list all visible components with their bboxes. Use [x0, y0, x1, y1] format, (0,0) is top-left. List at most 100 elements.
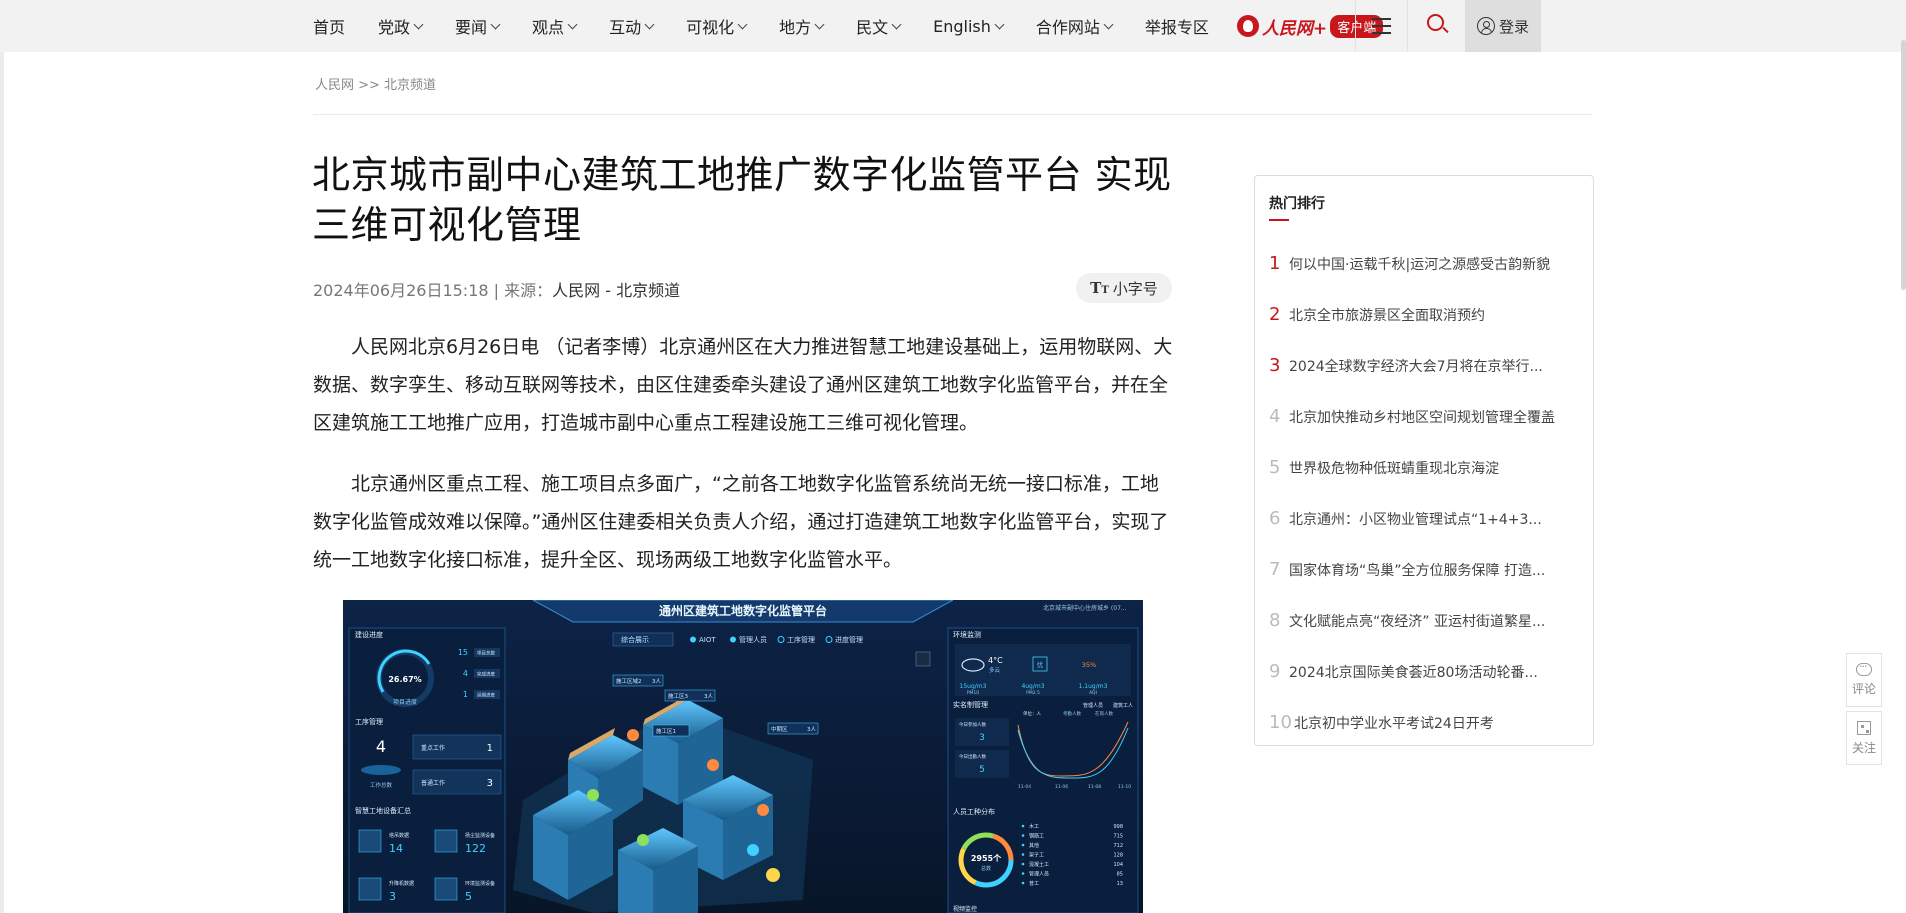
hot-ranking-link: 北京全市旅游景区全面取消预约: [1289, 307, 1485, 324]
attendance-unit: 单位：人: [1023, 710, 1041, 717]
hot-ranking-item[interactable]: 7 国家体育场“鸟巢”全方位服务保障 打造...: [1269, 544, 1589, 595]
chevron-down-icon: [737, 19, 748, 29]
process-row-value: 3: [487, 778, 493, 789]
comment-button[interactable]: 评论: [1846, 653, 1882, 707]
rank-number: 3: [1269, 355, 1281, 376]
search-button[interactable]: [1407, 0, 1465, 52]
nav-item-4[interactable]: 互动: [609, 14, 655, 38]
hot-ranking-link: 文化赋能点亮“夜经济” 亚运村街道繁星...: [1289, 613, 1546, 630]
env-pm10-label: PM10: [967, 690, 979, 696]
hot-ranking-link: 2024北京国际美食荟近80场活动轮番...: [1289, 664, 1538, 681]
area-tag-label: 施工区1: [656, 727, 676, 735]
hot-ranking-item[interactable]: 3 2024全球数字经济大会7月将在京举行...: [1269, 340, 1589, 391]
nav-item-label: 要闻: [455, 18, 488, 37]
device-value: 3: [389, 890, 396, 903]
nav-item-8[interactable]: English: [933, 16, 1005, 36]
worker-value: 13: [1117, 881, 1123, 887]
nav-item-7[interactable]: 民文: [856, 14, 902, 38]
breadcrumb[interactable]: 人民网 >> 北京频道: [315, 74, 436, 93]
comment-label: 评论: [1851, 682, 1876, 696]
map-marker-icon: [766, 868, 780, 882]
search-icon-handle: [1442, 26, 1449, 34]
hot-ranking-item[interactable]: 8 文化赋能点亮“夜经济” 亚运村街道繁星...: [1269, 595, 1589, 646]
follow-label: 关注: [1851, 740, 1876, 755]
progress-stat-value: 15: [458, 648, 468, 657]
map-marker-icon: [627, 729, 639, 741]
login-button[interactable]: 登录: [1465, 0, 1541, 52]
progress-caption: 项目进度: [393, 698, 417, 706]
follow-button[interactable]: 关注: [1846, 711, 1882, 765]
worker-dot: [1021, 843, 1025, 847]
process-title: 工序管理: [355, 717, 383, 726]
hot-ranking-panel: 热门排行 1 何以中国·运载千秋|运河之源感受古韵新貌 2 北京全市旅游景区全面取消预…: [1254, 175, 1594, 746]
hot-ranking-link: 北京初中学业水平考试24日开考: [1294, 715, 1494, 732]
map-marker-icon: [637, 834, 649, 846]
article-meta: 2024年06月26日15:18 | 来源：人民网 - 北京频道: [313, 277, 680, 301]
nav-item-3[interactable]: 观点: [532, 14, 578, 38]
nav-item-5[interactable]: 可视化: [686, 14, 748, 38]
hot-ranking-item[interactable]: 6 北京通州：小区物业管理试点“1+4+3...: [1269, 493, 1589, 544]
hot-ranking-item[interactable]: 10 北京初中学业水平考试24日开考: [1269, 697, 1589, 748]
dashboard-left-panel: 建设进度 26.67% 项目进度 15 项目总数 4 完成进度 1 延期进度 工…: [348, 627, 506, 913]
worker-label: 管理人员: [1029, 871, 1049, 878]
nav-item-0[interactable]: 首页: [313, 14, 345, 38]
publish-time: 2024年06月26日15:18 | 来源：: [313, 281, 553, 300]
hot-ranking-item[interactable]: 5 世界极危物种低斑蜻重现北京海淀: [1269, 442, 1589, 493]
chevron-down-icon: [567, 19, 578, 29]
nav-item-6[interactable]: 地方: [779, 14, 825, 38]
device-label: 塔吊数据: [389, 832, 409, 839]
font-size-button[interactable]: TT 小字号: [1076, 273, 1172, 303]
logo-text: 人民网+: [1261, 18, 1328, 39]
nav-item-label: 地方: [779, 18, 812, 37]
rank-number: 1: [1269, 253, 1281, 274]
nav-item-label: 观点: [532, 18, 565, 37]
nav-item-2[interactable]: 要闻: [455, 14, 501, 38]
attendance-legend: 建筑工人: [1113, 702, 1133, 709]
nav-item-9[interactable]: 合作网站: [1036, 14, 1114, 38]
hot-ranking-link: 2024全球数字经济大会7月将在京举行...: [1289, 358, 1543, 375]
env-sensor-icon: [434, 877, 458, 901]
progress-stat-value: 1: [463, 690, 468, 699]
progress-title: 建设进度: [355, 630, 383, 639]
breadcrumb-divider: [313, 114, 1593, 115]
user-icon: [1476, 17, 1495, 35]
progress-stat-label: 项目总数: [477, 650, 495, 657]
dashboard-tab-dot: [690, 636, 696, 643]
hot-ranking-item[interactable]: 9 2024北京国际美食荟近80场活动轮番...: [1269, 646, 1589, 697]
elevator-icon: [358, 877, 382, 901]
video-title: 视频监控: [953, 905, 977, 913]
attendance-sub: 今日出勤人数: [959, 753, 986, 760]
article-source-link[interactable]: 人民网 - 北京频道: [552, 281, 680, 300]
menu-button[interactable]: [1355, 0, 1407, 52]
nav-item-label: English: [933, 16, 991, 36]
search-icon: [1427, 14, 1444, 31]
env-pm25: 4ug/m3: [1021, 683, 1044, 690]
attendance-title: 实名制管理: [953, 700, 988, 709]
main-nav: 首页 党政 要闻 观点 互动 可视化 地方 民文 English 合作网站 举报专区 人民网+ 客户端: [313, 0, 1384, 52]
nav-item-label: 民文: [856, 18, 889, 37]
hot-ranking-item[interactable]: 1 何以中国·运载千秋|运河之源感受古韵新貌: [1269, 238, 1589, 289]
nav-item-10[interactable]: 举报专区: [1145, 14, 1209, 38]
nav-item-1[interactable]: 党政: [378, 14, 424, 38]
rank-number: 10: [1269, 712, 1292, 733]
env-title: 环境监测: [953, 630, 981, 639]
process-row-label: 普通工作: [421, 779, 445, 787]
worker-value: 712: [1113, 843, 1123, 849]
worker-dot: [1021, 834, 1025, 837]
page-scrollbar[interactable]: [1901, 40, 1906, 290]
hot-ranking-item[interactable]: 4 北京加快推动乡村地区空间规划管理全覆盖: [1269, 391, 1589, 442]
article-paragraph: 北京通州区重点工程、施工项目点多面广，“之前各工地数字化监管系统尚无统一接口标准…: [313, 473, 1169, 571]
area-tag-label: 3人: [807, 726, 816, 733]
chevron-down-icon: [644, 19, 655, 29]
nav-item-label: 可视化: [686, 18, 735, 37]
font-size-label: 小字号: [1112, 279, 1158, 298]
dashboard-corner-text: 北京城市副中心住房城乡 (07...: [1043, 604, 1127, 612]
worker-value: 715: [1113, 834, 1123, 840]
logo-icon: [1236, 15, 1259, 37]
worker-dot: [1021, 824, 1025, 828]
hot-ranking-item[interactable]: 2 北京全市旅游景区全面取消预约: [1269, 289, 1589, 340]
device-title: 智慧工地设备汇总: [355, 806, 411, 815]
rank-number: 5: [1269, 457, 1281, 478]
worker-label: 其他: [1029, 842, 1039, 849]
chevron-down-icon: [814, 19, 825, 29]
